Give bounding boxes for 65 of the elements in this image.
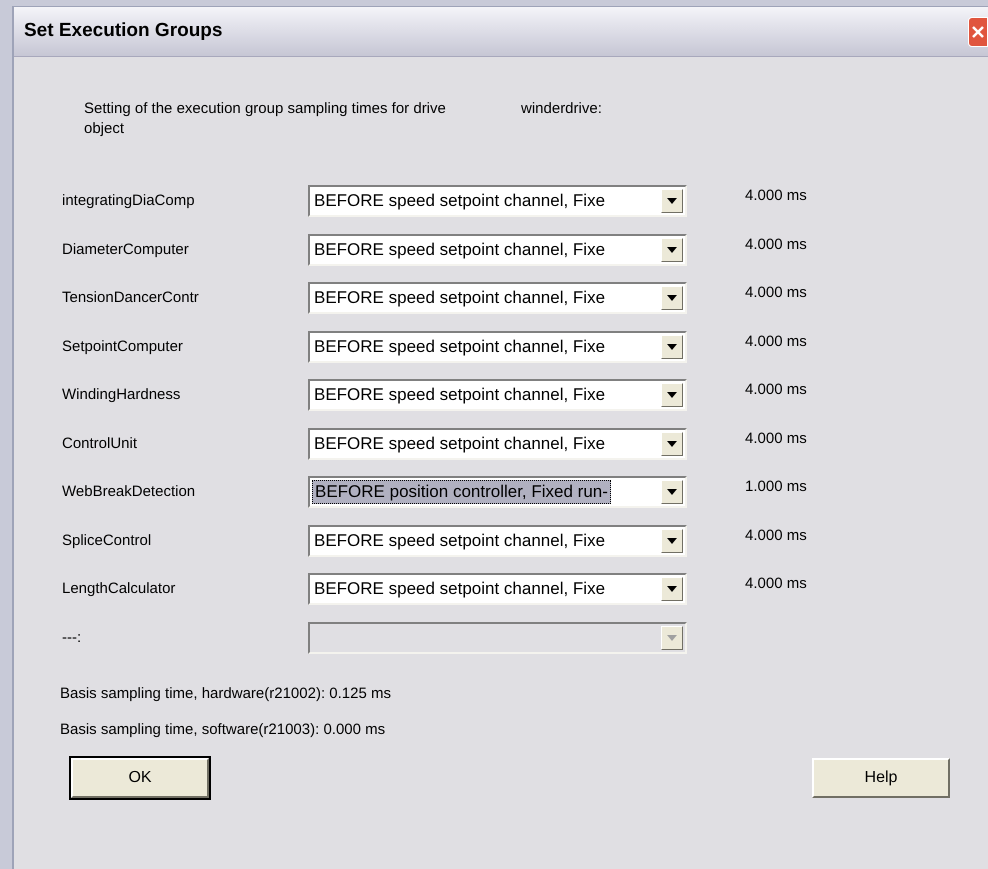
dropdown-value: BEFORE speed setpoint channel, Fixe [313, 384, 606, 406]
dropdown-value: BEFORE speed setpoint channel, Fixe [313, 336, 606, 358]
group-label: ---: [61, 628, 82, 648]
group-label: SpliceControl [61, 530, 152, 550]
caret-icon [667, 538, 677, 544]
caret-icon [667, 634, 677, 641]
info-text: Basis sampling time, software(r21003): 0.000 ms [60, 720, 386, 740]
dropdown-arrow-button[interactable] [661, 238, 683, 262]
dropdown-arrow-button[interactable] [661, 334, 683, 359]
caret-icon [667, 586, 677, 592]
group-dropdown[interactable]: BEFORE speed setpoint channel, Fixe [308, 428, 687, 460]
dropdown-arrow-button[interactable] [661, 189, 683, 214]
group-dropdown[interactable]: BEFORE speed setpoint channel, Fixe [308, 573, 687, 606]
close-icon [972, 26, 984, 38]
description-text: Setting of the execution group sampling times for drive object [84, 99, 447, 139]
caret-icon [667, 440, 677, 447]
sampling-time: 4.000 ms [745, 380, 807, 400]
group-label: ControlUnit [61, 434, 138, 454]
group-label: SetpointComputer [61, 336, 184, 356]
dropdown-value: BEFORE speed setpoint channel, Fixe [313, 530, 606, 552]
sampling-time: 4.000 ms [745, 234, 807, 254]
dropdown-arrow-button[interactable] [661, 383, 683, 408]
caret-icon [667, 246, 677, 253]
group-dropdown[interactable]: BEFORE speed setpoint channel, Fixe [308, 185, 687, 218]
window-title: Set Execution Groups [24, 19, 222, 44]
dropdown-arrow-button[interactable] [661, 480, 683, 504]
caret-icon [667, 344, 677, 350]
dropdown-arrow-button[interactable] [661, 432, 683, 456]
group-label: LengthCalculator [61, 579, 176, 599]
sampling-time: 4.000 ms [745, 428, 807, 448]
sampling-time: 4.000 ms [745, 526, 807, 546]
sampling-time: 4.000 ms [745, 332, 807, 352]
caret-icon [667, 198, 677, 204]
info-text: Basis sampling time, hardware(r21002): 0.125 ms [60, 684, 392, 704]
dropdown-value: BEFORE speed setpoint channel, Fixe [313, 190, 606, 212]
drive-name: winderdrive: [521, 99, 602, 119]
dropdown-value: BEFORE speed setpoint channel, Fixe [313, 578, 606, 600]
group-label: WindingHardness [61, 385, 182, 405]
group-dropdown[interactable]: BEFORE speed setpoint channel, Fixe [308, 524, 687, 557]
caret-icon [667, 392, 677, 398]
sampling-time: 4.000 ms [745, 574, 807, 594]
dropdown-arrow-button[interactable] [661, 577, 683, 602]
dropdown-value: BEFORE position controller, Fixed run- [312, 480, 611, 504]
group-dropdown[interactable]: BEFORE speed setpoint channel, Fixe [308, 379, 687, 412]
caret-icon [667, 489, 677, 496]
group-dropdown[interactable]: BEFORE speed setpoint channel, Fixe [308, 330, 687, 363]
dropdown-arrow-button[interactable] [661, 286, 683, 310]
sampling-time: 4.000 ms [745, 186, 807, 206]
close-button[interactable] [968, 16, 988, 46]
dropdown-value: BEFORE speed setpoint channel, Fixe [313, 432, 606, 455]
group-label: WebBreakDetection [61, 482, 196, 502]
dropdown-value: BEFORE speed setpoint channel, Fixe [313, 287, 606, 310]
group-label: DiameterComputer [61, 240, 190, 260]
dropdown-arrow-button[interactable] [661, 528, 683, 553]
group-dropdown[interactable]: BEFORE position controller, Fixed run- [308, 476, 687, 508]
dropdown-value: BEFORE speed setpoint channel, Fixe [313, 238, 606, 261]
group-label: integratingDiaComp [61, 191, 196, 211]
dialog-button[interactable]: Help [812, 758, 950, 798]
group-dropdown[interactable]: BEFORE speed setpoint channel, Fixe [308, 282, 687, 314]
caret-icon [667, 295, 677, 302]
sampling-time: 4.000 ms [745, 283, 807, 303]
group-label: TensionDancerContr [61, 288, 200, 308]
sampling-time: 1.000 ms [745, 477, 807, 497]
group-dropdown[interactable]: BEFORE speed setpoint channel, Fixe [308, 234, 687, 266]
dialog-button[interactable]: OK [71, 758, 209, 798]
